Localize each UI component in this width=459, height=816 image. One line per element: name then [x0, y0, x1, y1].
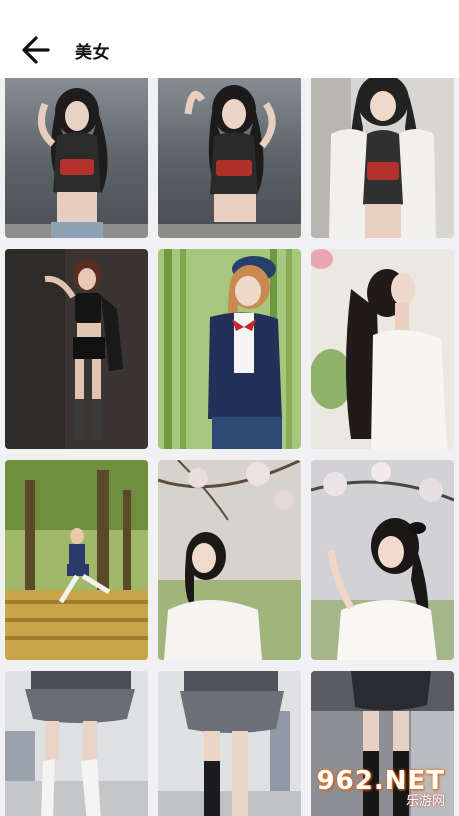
- photo-image: [5, 671, 148, 816]
- photo-grid: 962.NET 乐游网: [0, 78, 459, 816]
- photo-tile[interactable]: [311, 460, 454, 660]
- photo-tile[interactable]: [158, 460, 301, 660]
- watermark-logo-text: 962.NET: [316, 765, 445, 796]
- photo-image: [158, 460, 301, 660]
- photo-image: [5, 249, 148, 449]
- photo-image: [311, 249, 454, 449]
- photo-tile[interactable]: [311, 78, 454, 238]
- photo-tile[interactable]: [158, 249, 301, 449]
- photo-image: [158, 249, 301, 449]
- app-header: 美女: [0, 0, 459, 78]
- photo-image: [311, 460, 454, 660]
- photo-tile[interactable]: [158, 78, 301, 238]
- photo-tile[interactable]: [311, 249, 454, 449]
- photo-tile[interactable]: [5, 78, 148, 238]
- photo-image: [5, 78, 148, 238]
- watermark-sub-text: 乐游网: [405, 793, 445, 809]
- arrow-left-icon: [22, 36, 50, 64]
- photo-image: [5, 460, 148, 660]
- photo-tile[interactable]: [5, 460, 148, 660]
- back-button[interactable]: [14, 30, 58, 70]
- photo-image: [158, 78, 301, 238]
- page-title: 美女: [75, 43, 110, 63]
- photo-tile[interactable]: [5, 671, 148, 816]
- photo-tile[interactable]: [158, 671, 301, 816]
- site-watermark: 962.NET 乐游网: [315, 764, 453, 812]
- photo-tile[interactable]: [5, 249, 148, 449]
- photo-image: [311, 78, 454, 238]
- photo-image: [158, 671, 301, 816]
